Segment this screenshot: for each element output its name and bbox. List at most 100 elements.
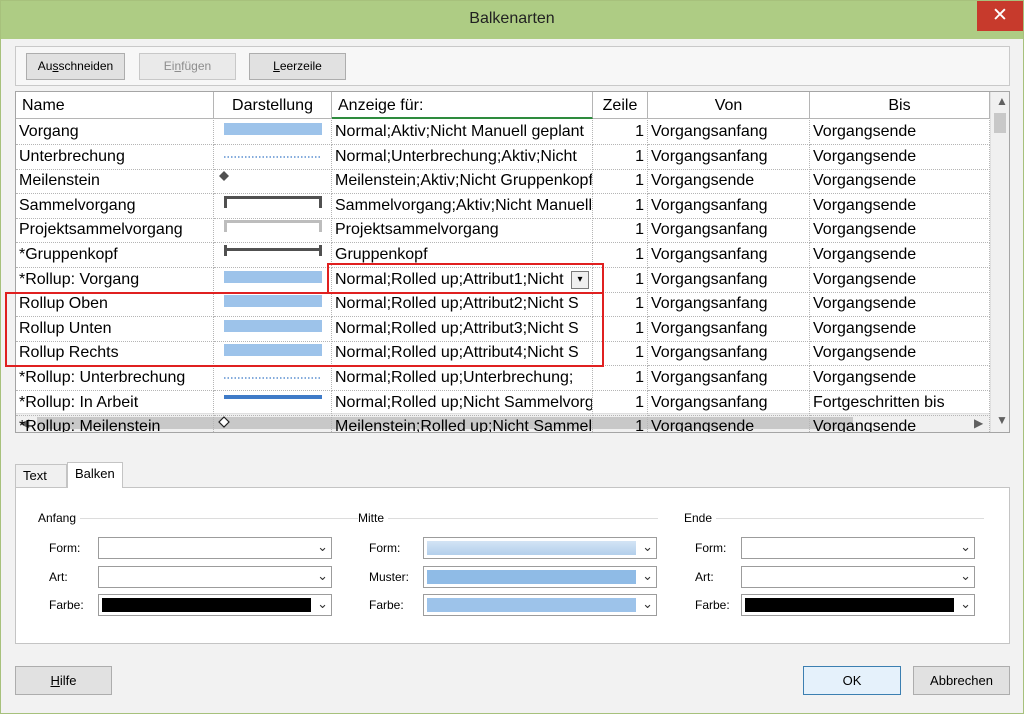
zeile-cell[interactable]: 1 xyxy=(593,341,648,367)
von-cell[interactable]: Vorgangsanfang xyxy=(648,292,810,318)
table-row[interactable]: *Rollup: Vorgang Normal;Rolled up;Attribu… xyxy=(16,267,990,293)
zeile-cell[interactable]: 1 xyxy=(593,218,648,244)
zeile-cell[interactable]: 1 xyxy=(593,316,648,342)
bis-cell[interactable]: Vorgangsende xyxy=(810,218,990,244)
von-cell[interactable]: Vorgangsanfang xyxy=(648,366,810,391)
paste-button[interactable]: Einfügen xyxy=(139,53,236,80)
chevron-down-icon[interactable]: ⌄ xyxy=(317,596,328,612)
pattern-select[interactable]: ⌄ xyxy=(741,565,975,588)
von-cell[interactable]: Vorgangsanfang xyxy=(648,144,810,170)
bar-preview-cell[interactable] xyxy=(214,144,332,170)
chevron-down-icon[interactable]: ⌄ xyxy=(317,568,328,584)
pattern-select[interactable]: ⌄ xyxy=(98,565,332,588)
von-cell[interactable]: Vorgangsanfang xyxy=(648,243,810,268)
bar-preview-cell[interactable] xyxy=(214,292,332,318)
name-cell[interactable]: *Gruppenkopf xyxy=(16,243,214,268)
column-von-header[interactable]: Von xyxy=(648,92,810,119)
anzeige-cell[interactable]: Meilenstein;Rolled up;Nicht Sammelvorgan… xyxy=(332,415,593,432)
bar-preview-cell[interactable] xyxy=(214,316,332,342)
bis-cell[interactable]: Vorgangsende xyxy=(810,366,990,391)
anzeige-cell[interactable]: Projektsammelvorgang xyxy=(332,218,593,244)
bis-cell[interactable]: Vorgangsende xyxy=(810,316,990,342)
von-cell[interactable]: Vorgangsanfang xyxy=(648,316,810,342)
von-cell[interactable]: Vorgangsanfang xyxy=(648,193,810,219)
name-cell[interactable]: Rollup Rechts xyxy=(16,341,214,367)
bar-preview-cell[interactable] xyxy=(214,341,332,367)
table-row[interactable]: Unterbrechung Normal;Unterbrechung;Aktiv;… xyxy=(16,144,990,170)
bar-preview-cell[interactable] xyxy=(214,169,332,195)
bis-cell[interactable]: Vorgangsende xyxy=(810,267,990,293)
name-cell[interactable]: *Rollup: Vorgang xyxy=(16,267,214,293)
bar-preview-cell[interactable] xyxy=(214,218,332,244)
bis-cell[interactable]: Fortgeschritten bis xyxy=(810,390,990,416)
bis-cell[interactable]: Vorgangsende xyxy=(810,243,990,268)
bis-cell[interactable]: Vorgangsende xyxy=(810,120,990,145)
von-cell[interactable]: Vorgangsende xyxy=(648,415,810,432)
chevron-down-icon[interactable]: ⌄ xyxy=(642,568,653,584)
column-bis-header[interactable]: Bis xyxy=(810,92,990,119)
name-cell[interactable]: Unterbrechung xyxy=(16,144,214,170)
bar-preview-cell[interactable] xyxy=(214,243,332,268)
zeile-cell[interactable]: 1 xyxy=(593,366,648,391)
bar-preview-cell[interactable] xyxy=(214,366,332,391)
zeile-cell[interactable]: 1 xyxy=(593,169,648,195)
name-cell[interactable]: Sammelvorgang xyxy=(16,193,214,219)
anzeige-cell[interactable]: Normal;Rolled up;Unterbrechung; xyxy=(332,366,593,391)
chevron-down-icon[interactable]: ⌄ xyxy=(642,539,653,555)
anzeige-cell[interactable]: Normal;Rolled up;Attribut1;Nicht ▾ xyxy=(332,267,593,293)
column-anzeige-header[interactable]: Anzeige für: xyxy=(332,92,593,119)
bar-preview-cell[interactable] xyxy=(214,390,332,416)
table-row[interactable]: *Rollup: Unterbrechung Normal;Rolled up;U… xyxy=(16,366,990,391)
anzeige-cell[interactable]: Normal;Rolled up;Attribut2;Nicht S xyxy=(332,292,593,318)
anzeige-cell[interactable]: Normal;Aktiv;Nicht Manuell geplant xyxy=(332,120,593,145)
color-select[interactable]: ⌄ xyxy=(98,594,332,616)
color-select[interactable]: ⌄ xyxy=(741,594,975,616)
table-row[interactable]: Meilenstein Meilenstein;Aktiv;Nicht Grupp… xyxy=(16,169,990,195)
table-row[interactable]: Rollup Oben Normal;Rolled up;Attribut2;Ni… xyxy=(16,292,990,318)
shape-select[interactable]: ⌄ xyxy=(423,537,657,559)
von-cell[interactable]: Vorgangsanfang xyxy=(648,120,810,145)
close-button[interactable]: ✕ xyxy=(977,1,1023,31)
name-cell[interactable]: Projektsammelvorgang xyxy=(16,218,214,244)
chevron-down-icon[interactable]: ▾ xyxy=(571,270,589,289)
column-darstellung-header[interactable]: Darstellung xyxy=(214,92,332,119)
anzeige-cell[interactable]: Sammelvorgang;Aktiv;Nicht Manuell xyxy=(332,193,593,219)
bis-cell[interactable]: Vorgangsende xyxy=(810,169,990,195)
zeile-cell[interactable]: 1 xyxy=(593,144,648,170)
name-cell[interactable]: *Rollup: Unterbrechung xyxy=(16,366,214,391)
table-row[interactable]: *Gruppenkopf Gruppenkopf 1 Vorgangsanfang Vo… xyxy=(16,243,990,268)
name-cell[interactable]: *Rollup: In Arbeit xyxy=(16,390,214,416)
anzeige-cell[interactable]: Normal;Rolled up;Attribut4;Nicht S xyxy=(332,341,593,367)
chevron-down-icon[interactable]: ⌄ xyxy=(960,539,971,555)
anzeige-cell[interactable]: Meilenstein;Aktiv;Nicht Gruppenkopf xyxy=(332,169,593,195)
von-cell[interactable]: Vorgangsanfang xyxy=(648,341,810,367)
tab-balken[interactable]: Balken xyxy=(67,462,123,488)
bis-cell[interactable]: Vorgangsende xyxy=(810,341,990,367)
name-cell[interactable]: Rollup Oben xyxy=(16,292,214,318)
chevron-down-icon[interactable]: ⌄ xyxy=(642,596,653,612)
bis-cell[interactable]: Vorgangsende xyxy=(810,415,990,432)
table-row[interactable]: Vorgang Normal;Aktiv;Nicht Manuell geplan… xyxy=(16,120,990,145)
zeile-cell[interactable]: 1 xyxy=(593,390,648,416)
von-cell[interactable]: Vorgangsanfang xyxy=(648,267,810,293)
von-cell[interactable]: Vorgangsanfang xyxy=(648,390,810,416)
zeile-cell[interactable]: 1 xyxy=(593,292,648,318)
bis-cell[interactable]: Vorgangsende xyxy=(810,144,990,170)
anzeige-cell[interactable]: Normal;Rolled up;Nicht Sammelvorgang xyxy=(332,390,593,416)
shape-select[interactable]: ⌄ xyxy=(98,537,332,559)
pattern-select[interactable]: ⌄ xyxy=(423,565,657,588)
chevron-down-icon[interactable]: ⌄ xyxy=(317,539,328,555)
zeile-cell[interactable]: 1 xyxy=(593,415,648,432)
vertical-scroll-thumb[interactable] xyxy=(994,113,1006,133)
bar-preview-cell[interactable] xyxy=(214,415,332,432)
bar-preview-cell[interactable] xyxy=(214,120,332,145)
blank-row-button[interactable]: Leerzeile xyxy=(249,53,346,80)
column-name-header[interactable]: Name xyxy=(16,92,214,119)
table-row[interactable]: *Rollup: In Arbeit Normal;Rolled up;Nicht… xyxy=(16,390,990,416)
chevron-down-icon[interactable]: ⌄ xyxy=(960,596,971,612)
name-cell[interactable]: Rollup Unten xyxy=(16,316,214,342)
scroll-down-icon[interactable]: ▼ xyxy=(996,413,1008,427)
zeile-cell[interactable]: 1 xyxy=(593,120,648,145)
vertical-scrollbar[interactable]: ▲ ▼ xyxy=(990,92,1009,432)
anzeige-cell[interactable]: Gruppenkopf xyxy=(332,243,593,268)
